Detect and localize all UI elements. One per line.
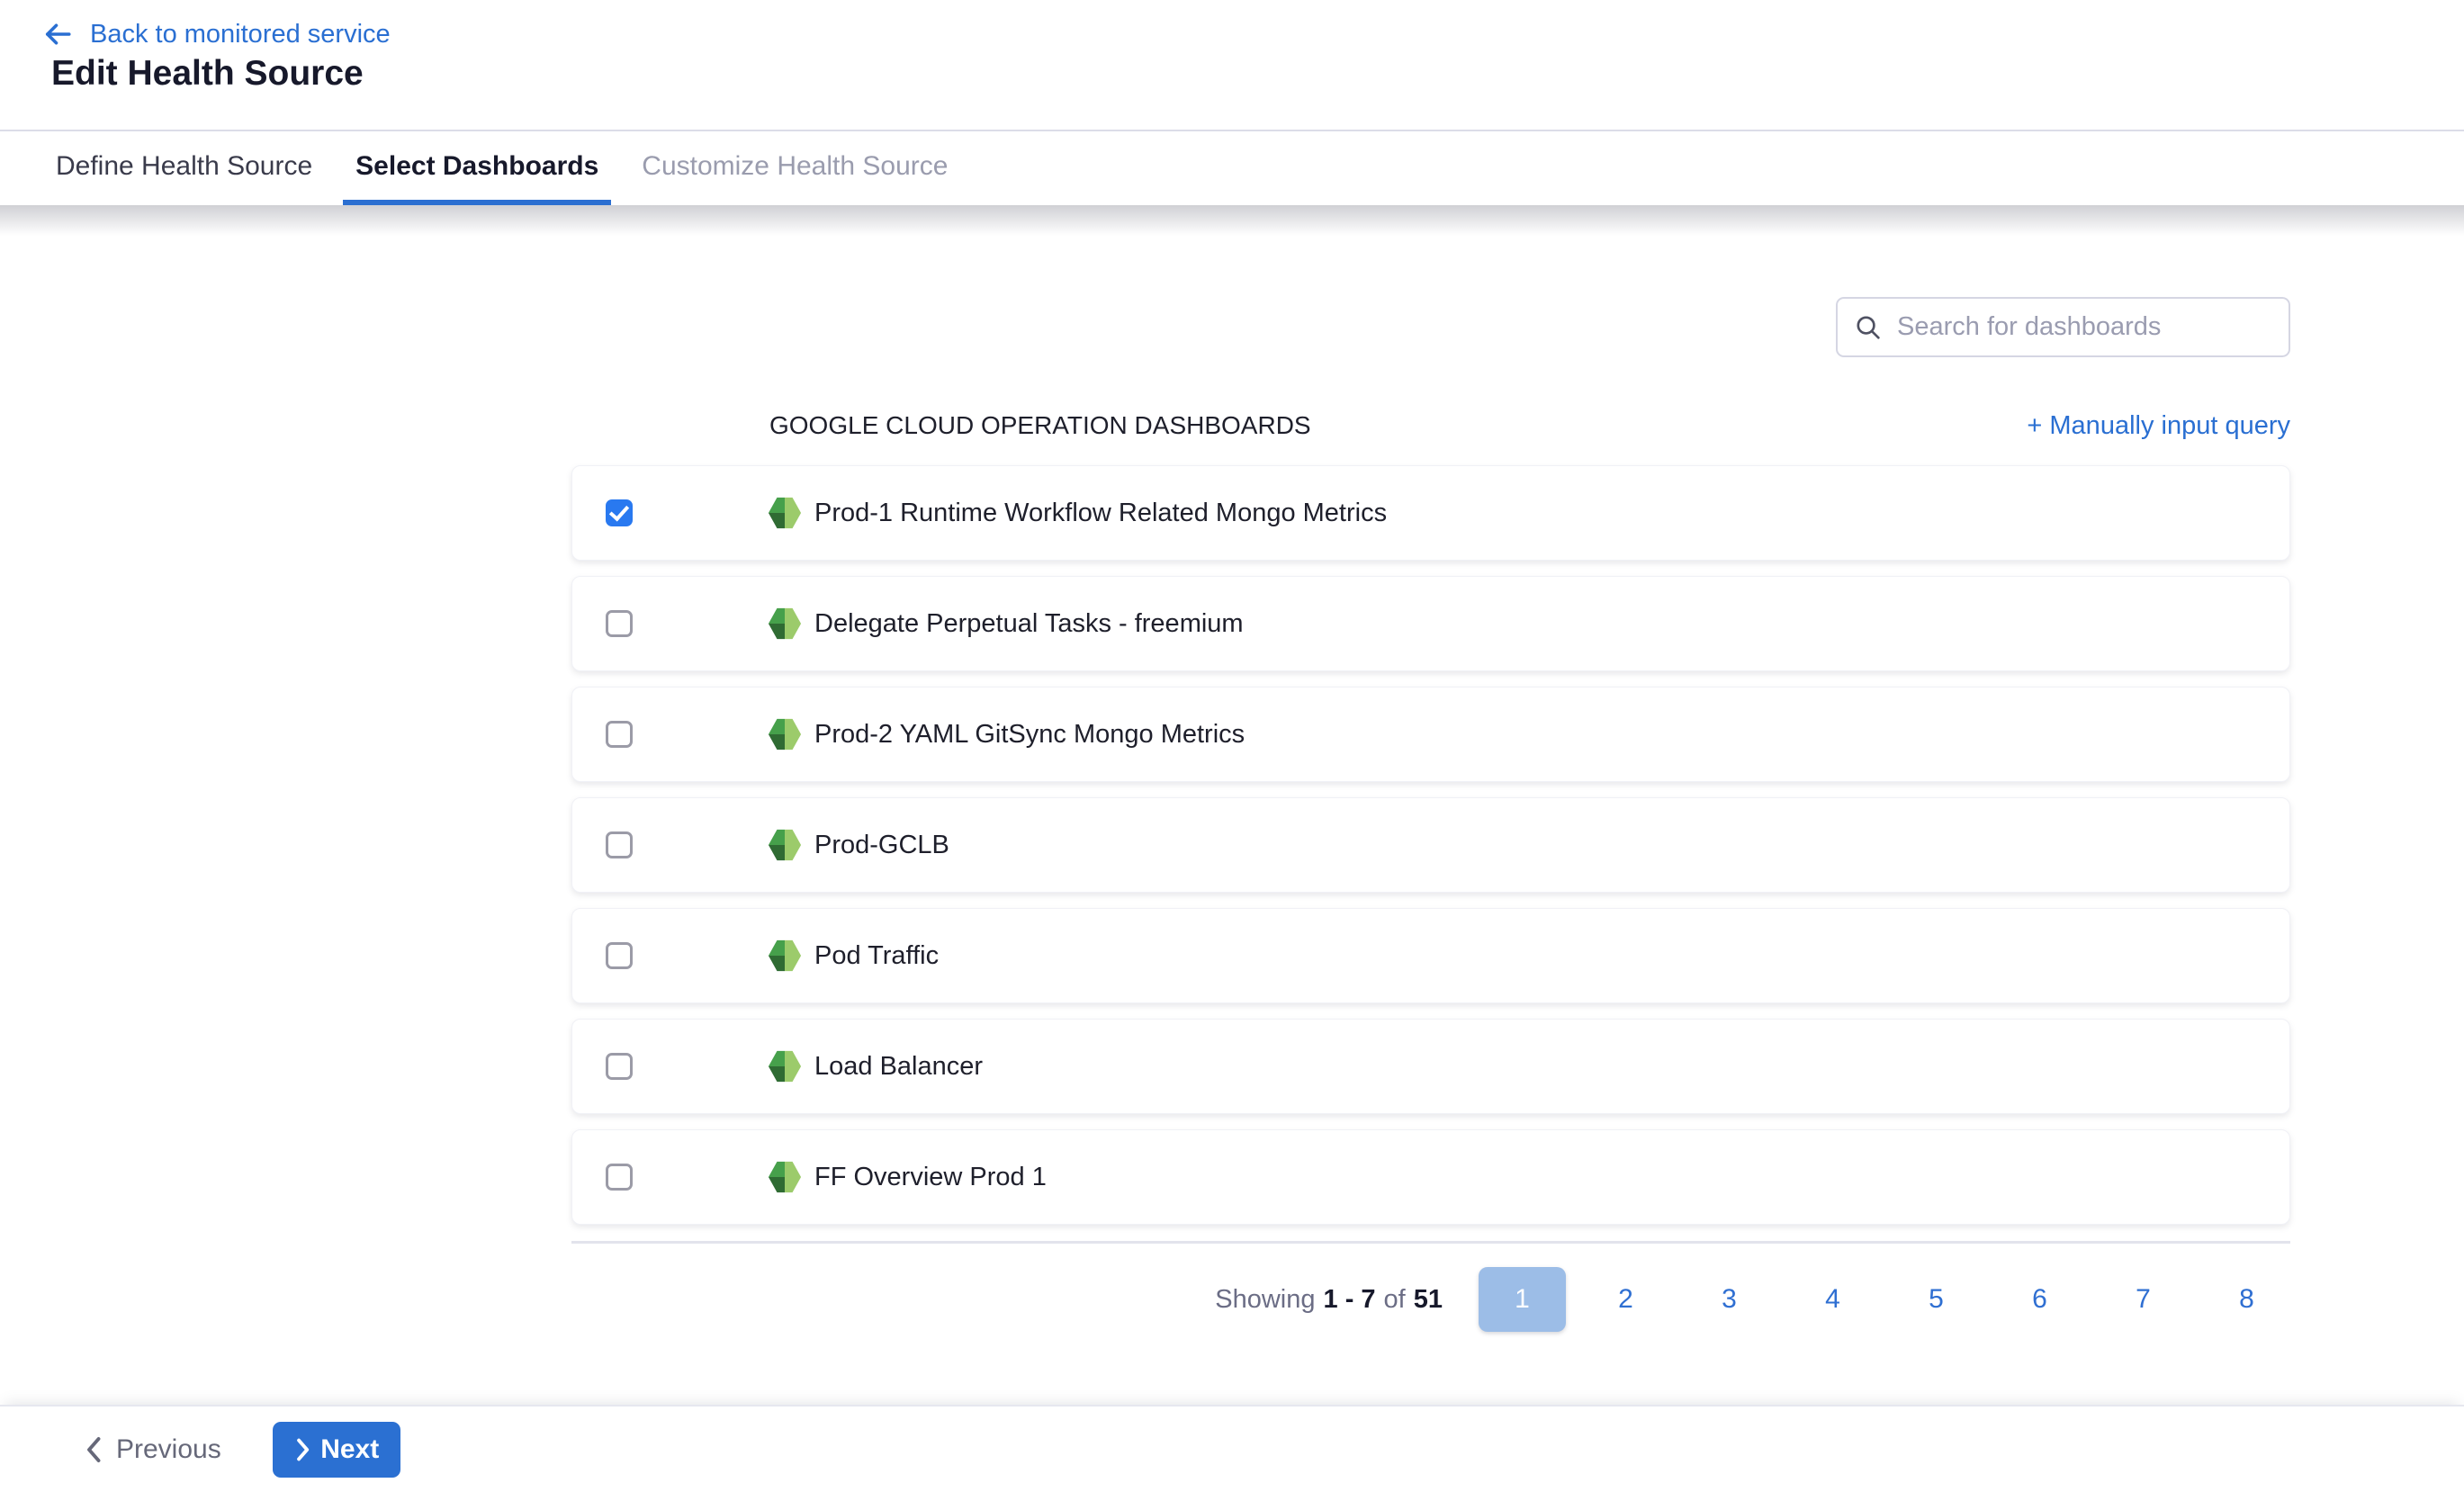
dashboard-row-label: Prod-2 YAML GitSync Mongo Metrics xyxy=(814,720,1245,750)
page-number-button-8[interactable]: 8 xyxy=(2203,1267,2290,1332)
dashboard-label-group: Prod-1 Runtime Workflow Related Mongo Me… xyxy=(768,494,1387,532)
dashboard-checkbox[interactable] xyxy=(606,942,633,969)
dashboard-row[interactable]: Delegate Perpetual Tasks - freemium xyxy=(571,576,2290,671)
back-link-label: Back to monitored service xyxy=(90,20,391,49)
dashboard-row-label: Load Balancer xyxy=(814,1052,983,1082)
green-hexagon-icon xyxy=(768,605,802,643)
previous-label: Previous xyxy=(116,1434,221,1465)
section-title: GOOGLE CLOUD OPERATION DASHBOARDS xyxy=(769,411,1311,440)
dashboard-label-group: FF Overview Prod 1 xyxy=(768,1158,1047,1196)
dashboard-checkbox[interactable] xyxy=(606,610,633,637)
green-hexagon-icon xyxy=(768,1158,802,1196)
arrow-left-icon xyxy=(41,18,74,50)
green-hexagon-icon xyxy=(768,715,802,753)
showing-range: 1 - 7 xyxy=(1324,1285,1376,1315)
dashboard-row-label: Prod-1 Runtime Workflow Related Mongo Me… xyxy=(814,499,1387,528)
search-input[interactable] xyxy=(1897,312,2272,342)
green-hexagon-icon xyxy=(768,937,802,975)
dashboard-checkbox[interactable] xyxy=(606,1053,633,1080)
page-number-button-4[interactable]: 4 xyxy=(1789,1267,1876,1332)
page-number-button-6[interactable]: 6 xyxy=(1996,1267,2083,1332)
dashboard-row[interactable]: Load Balancer xyxy=(571,1019,2290,1114)
dashboard-checkbox[interactable] xyxy=(606,831,633,858)
showing-total: 51 xyxy=(1414,1285,1443,1315)
tab-define-health-source[interactable]: Define Health Source xyxy=(43,133,325,205)
wizard-tabbar: Define Health Source Select Dashboards C… xyxy=(0,133,2464,205)
dashboard-row-label: Pod Traffic xyxy=(814,941,939,971)
manually-input-query-link[interactable]: + Manually input query xyxy=(2027,411,2290,441)
tabbar-shadow xyxy=(0,205,2464,236)
page-number-button-2[interactable]: 2 xyxy=(1582,1267,1669,1332)
page-number-button-1[interactable]: 1 xyxy=(1479,1267,1566,1332)
previous-button[interactable]: Previous xyxy=(84,1434,221,1465)
dashboard-row[interactable]: Prod-1 Runtime Workflow Related Mongo Me… xyxy=(571,465,2290,561)
magnifier-icon xyxy=(1854,313,1883,342)
green-hexagon-icon xyxy=(768,826,802,864)
tab-customize-health-source[interactable]: Customize Health Source xyxy=(629,133,960,205)
dashboard-label-group: Pod Traffic xyxy=(768,937,939,975)
green-hexagon-icon xyxy=(768,494,802,532)
dashboard-label-group: Delegate Perpetual Tasks - freemium xyxy=(768,605,1244,643)
dashboard-checkbox[interactable] xyxy=(606,721,633,748)
page-number-button-7[interactable]: 7 xyxy=(2100,1267,2187,1332)
dashboard-search-box xyxy=(1836,297,2290,357)
back-to-monitored-service-link[interactable]: Back to monitored service xyxy=(41,18,391,50)
tab-select-dashboards[interactable]: Select Dashboards xyxy=(343,133,611,205)
dashboard-row-label: Delegate Perpetual Tasks - freemium xyxy=(814,609,1244,639)
list-section-header-row: GOOGLE CLOUD OPERATION DASHBOARDS + Manu… xyxy=(571,407,2290,445)
dashboard-row[interactable]: Prod-2 YAML GitSync Mongo Metrics xyxy=(571,687,2290,782)
list-bottom-divider xyxy=(571,1241,2290,1244)
dashboard-label-group: Prod-GCLB xyxy=(768,826,949,864)
pagination: Showing 1 - 7 of 51 1 2 3 4 5 6 7 8 xyxy=(1215,1267,2290,1332)
chevron-right-icon xyxy=(293,1438,311,1461)
dashboard-row[interactable]: Pod Traffic xyxy=(571,908,2290,1003)
showing-prefix: Showing xyxy=(1215,1285,1315,1315)
green-hexagon-icon xyxy=(768,1047,802,1085)
dashboard-row[interactable]: FF Overview Prod 1 xyxy=(571,1129,2290,1225)
page-number-button-5[interactable]: 5 xyxy=(1893,1267,1980,1332)
dashboard-list: Prod-1 Runtime Workflow Related Mongo Me… xyxy=(571,465,2290,1240)
page-number-button-3[interactable]: 3 xyxy=(1686,1267,1773,1332)
dashboard-label-group: Load Balancer xyxy=(768,1047,983,1085)
page-title: Edit Health Source xyxy=(51,54,364,94)
dashboard-checkbox[interactable] xyxy=(606,499,633,526)
chevron-left-icon xyxy=(84,1436,105,1463)
wizard-footer: Previous Next xyxy=(0,1407,2464,1492)
dashboard-checkbox[interactable] xyxy=(606,1164,633,1191)
dashboard-label-group: Prod-2 YAML GitSync Mongo Metrics xyxy=(768,715,1245,753)
next-button[interactable]: Next xyxy=(273,1422,400,1478)
dashboard-row-label: FF Overview Prod 1 xyxy=(814,1163,1047,1192)
showing-of: of xyxy=(1384,1285,1406,1315)
dashboard-row-label: Prod-GCLB xyxy=(814,831,949,860)
pagination-summary: Showing 1 - 7 of 51 xyxy=(1215,1285,1443,1315)
next-label: Next xyxy=(320,1434,379,1465)
page-header: Back to monitored service Edit Health So… xyxy=(0,0,2464,131)
dashboard-row[interactable]: Prod-GCLB xyxy=(571,797,2290,893)
